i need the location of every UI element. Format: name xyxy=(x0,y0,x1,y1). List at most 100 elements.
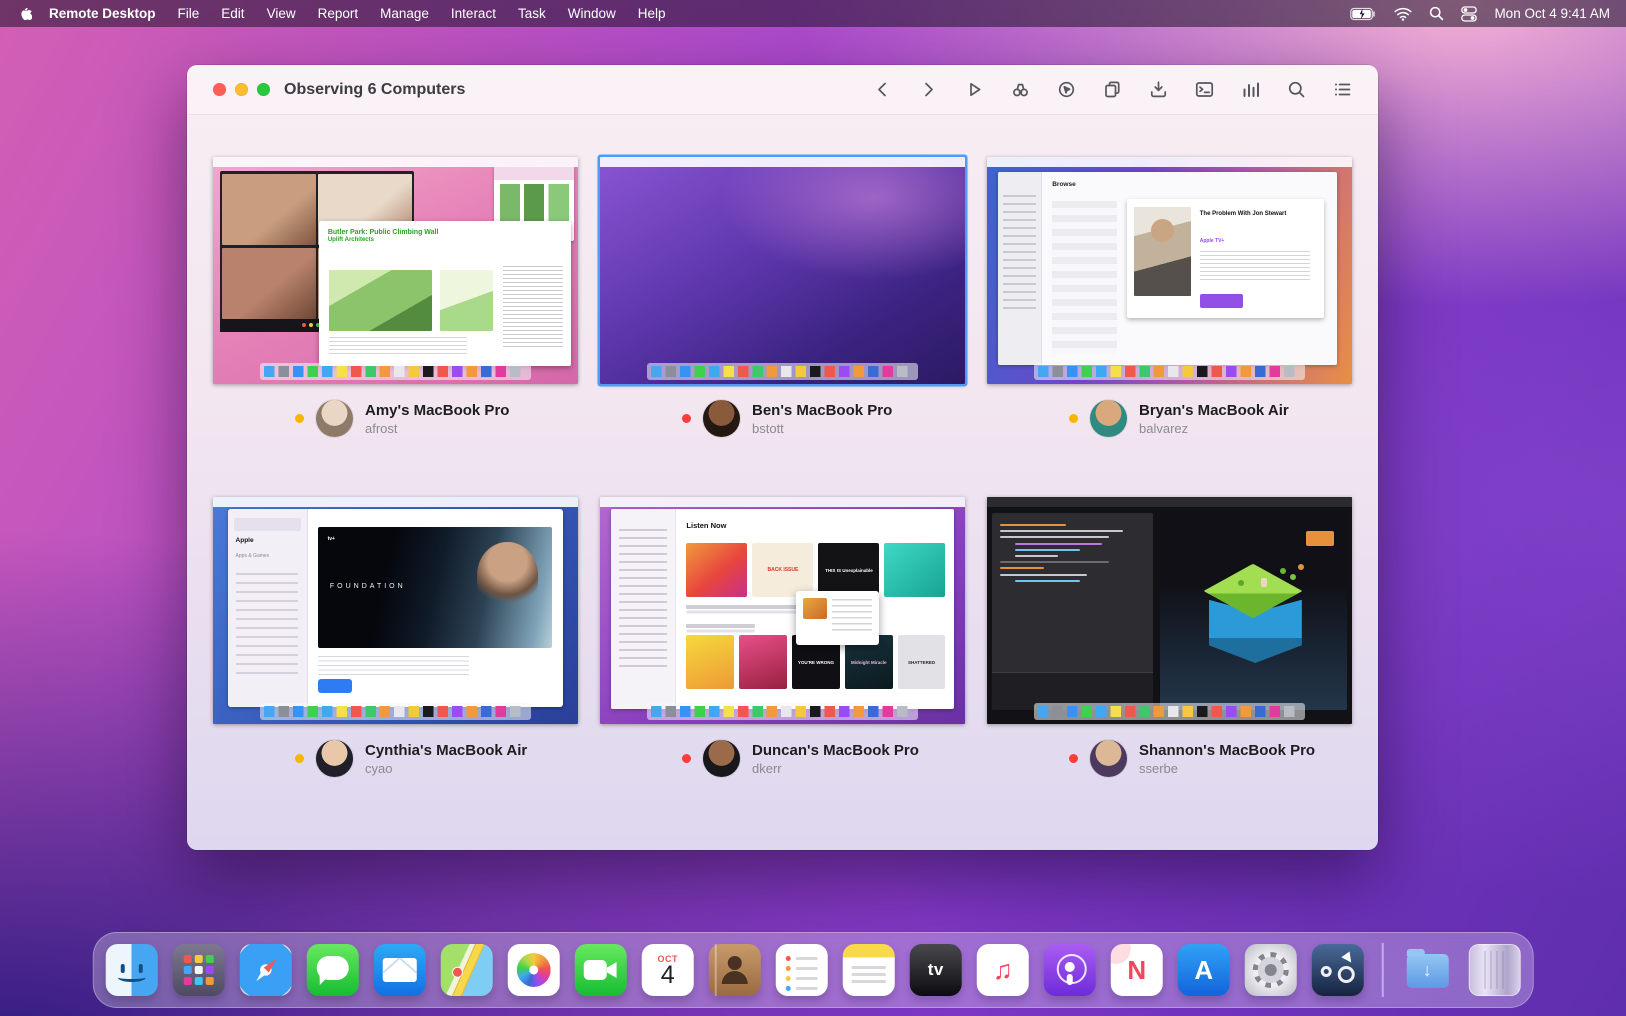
menu-report[interactable]: Report xyxy=(307,6,370,21)
status-dot xyxy=(682,414,691,423)
code-line xyxy=(1000,536,1109,539)
dock-mail-icon[interactable] xyxy=(373,944,426,996)
control-center-icon[interactable] xyxy=(1461,5,1478,22)
dock-system-preferences-icon[interactable] xyxy=(1244,944,1297,996)
mini-menubar xyxy=(213,157,578,167)
computer-thumbnail-duncan[interactable]: Listen Now BACK ISSUE THIS IS Unexplaina… xyxy=(600,497,965,724)
mini-dock xyxy=(647,703,918,720)
list-view-button[interactable] xyxy=(1332,79,1353,100)
show-network: Apple TV+ xyxy=(1199,238,1225,245)
dock-notes-icon[interactable] xyxy=(842,944,895,996)
computer-label: Ben's MacBook Pro bstott xyxy=(682,400,965,437)
menu-edit[interactable]: Edit xyxy=(210,6,255,21)
zoom-button[interactable] xyxy=(257,83,270,96)
menu-help[interactable]: Help xyxy=(627,6,677,21)
dock-photos-icon[interactable] xyxy=(507,944,560,996)
menu-file[interactable]: File xyxy=(167,6,211,21)
minimize-button[interactable] xyxy=(235,83,248,96)
dock-app-store-icon[interactable]: A xyxy=(1177,944,1230,996)
mini-dock xyxy=(260,703,531,720)
avatar xyxy=(703,400,740,437)
computer-thumbnail-ben[interactable] xyxy=(600,157,965,384)
menu-window[interactable]: Window xyxy=(557,6,627,21)
dock-news-icon[interactable]: N xyxy=(1110,944,1163,996)
dock-messages-icon[interactable] xyxy=(306,944,359,996)
icon-art xyxy=(851,966,886,969)
reports-button[interactable] xyxy=(1240,79,1261,100)
dock-maps-icon[interactable] xyxy=(440,944,493,996)
forward-button[interactable] xyxy=(918,79,939,100)
computer-thumbnail-cynthia[interactable]: Apple Apps & Games tv+ FOUNDATION xyxy=(213,497,578,724)
menu-task[interactable]: Task xyxy=(507,6,557,21)
music-note-icon xyxy=(993,957,1013,984)
dock-podcasts-icon[interactable] xyxy=(1043,944,1096,996)
control-button[interactable] xyxy=(964,79,985,100)
mini-document-window: Butler Park: Public Climbing Wall Uplift… xyxy=(318,220,571,366)
traffic-lights xyxy=(213,83,270,96)
caption-lines xyxy=(686,605,804,610)
unix-command-button[interactable] xyxy=(1194,79,1215,100)
dock-tv-icon[interactable]: tv xyxy=(909,944,962,996)
dock-remote-desktop-icon[interactable] xyxy=(1311,944,1364,996)
video-tile xyxy=(222,173,317,245)
observe-button[interactable] xyxy=(1010,79,1031,100)
dock-contacts-icon[interactable] xyxy=(708,944,761,996)
computer-thumbnail-bryan[interactable]: Browse The Problem With Jon Stewart Appl… xyxy=(987,157,1352,384)
dock-trash-icon[interactable] xyxy=(1468,944,1521,996)
dock-finder-icon[interactable] xyxy=(105,944,158,996)
computer-label: Cynthia's MacBook Air cyao xyxy=(295,740,578,777)
dock-safari-icon[interactable] xyxy=(239,944,292,996)
mini-dock xyxy=(1034,363,1305,380)
show-description-lines xyxy=(1199,251,1310,283)
back-button[interactable] xyxy=(872,79,893,100)
mini-menubar xyxy=(600,497,965,507)
menu-view[interactable]: View xyxy=(256,6,307,21)
wifi-icon[interactable] xyxy=(1394,7,1412,21)
icon-art xyxy=(382,958,417,982)
search-button[interactable] xyxy=(1286,79,1307,100)
window-title-bar[interactable]: Observing 6 Computers xyxy=(187,65,1378,115)
icon-art xyxy=(516,953,551,987)
caption-lines xyxy=(686,624,756,629)
copy-items-button[interactable] xyxy=(1102,79,1123,100)
computer-thumbnail-shannon[interactable] xyxy=(987,497,1352,724)
computer-cell-bryan: Browse The Problem With Jon Stewart Appl… xyxy=(987,157,1352,497)
computer-thumbnail-amy[interactable]: Butler Park: Public Climbing Wall Uplift… xyxy=(213,157,578,384)
show-detail-card: The Problem With Jon Stewart Apple TV+ xyxy=(1126,198,1324,319)
dock-facetime-icon[interactable] xyxy=(574,944,627,996)
computer-user: bstott xyxy=(752,420,784,436)
menu-app-name[interactable]: Remote Desktop xyxy=(41,6,167,21)
menu-interact[interactable]: Interact xyxy=(440,6,507,21)
podcasts-sidebar xyxy=(997,171,1043,365)
computer-name: Cynthia's MacBook Air xyxy=(365,741,528,759)
spotlight-search-icon[interactable] xyxy=(1429,6,1444,21)
close-button[interactable] xyxy=(213,83,226,96)
icon-art xyxy=(451,944,486,996)
computer-cell-amy: Butler Park: Public Climbing Wall Uplift… xyxy=(213,157,578,497)
curtain-button[interactable] xyxy=(1056,79,1077,100)
mini-menubar xyxy=(987,497,1352,507)
icon-art xyxy=(118,963,146,983)
avatar xyxy=(1090,400,1127,437)
icon-art xyxy=(183,955,192,963)
dock-reminders-icon[interactable] xyxy=(775,944,828,996)
menu-clock[interactable]: Mon Oct 4 9:41 AM xyxy=(1494,6,1610,21)
install-package-button[interactable] xyxy=(1148,79,1169,100)
dock-music-icon[interactable] xyxy=(976,944,1029,996)
mini-dock xyxy=(647,363,918,380)
menu-manage[interactable]: Manage xyxy=(369,6,440,21)
dock-launchpad-icon[interactable] xyxy=(172,944,225,996)
document-text-lines xyxy=(328,336,468,355)
computer-label: Duncan's MacBook Pro dkerr xyxy=(682,740,965,777)
battery-charging-icon[interactable] xyxy=(1350,7,1377,21)
status-dot xyxy=(295,754,304,763)
dock-downloads-icon[interactable] xyxy=(1401,944,1453,996)
dock-separator xyxy=(1381,943,1384,997)
computer-grid: Butler Park: Public Climbing Wall Uplift… xyxy=(187,115,1378,837)
icon-art xyxy=(785,956,818,961)
mini-menubar xyxy=(213,497,578,507)
news-letter: N xyxy=(1127,954,1147,985)
dock-calendar-icon[interactable]: OCT 4 xyxy=(641,944,694,996)
apple-menu[interactable] xyxy=(16,5,41,22)
mini-podcasts-window: Browse The Problem With Jon Stewart Appl… xyxy=(997,171,1338,365)
